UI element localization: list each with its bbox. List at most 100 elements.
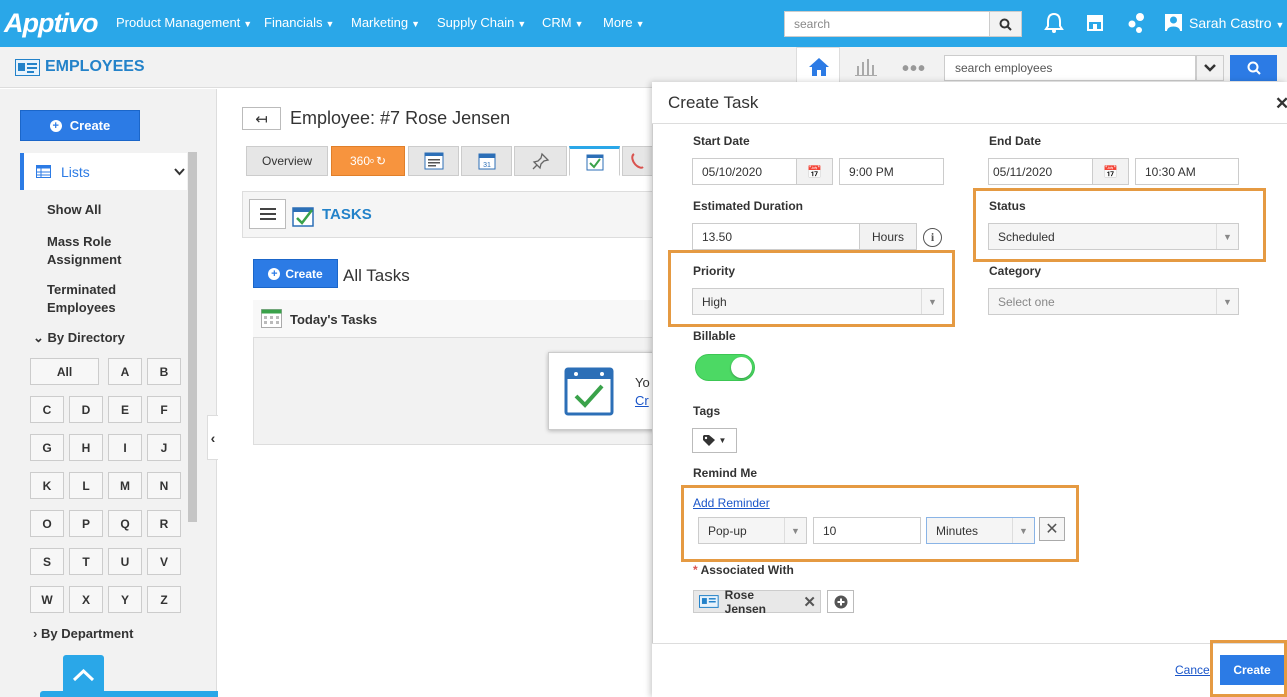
directory-letter[interactable]: V	[147, 548, 181, 575]
nav-supply-chain[interactable]: Supply Chain ▼	[437, 15, 526, 30]
directory-letter[interactable]: Q	[108, 510, 142, 537]
sidebar-by-department[interactable]: › By Department	[33, 626, 133, 641]
remove-association-icon[interactable]: ✕	[803, 593, 816, 611]
nav-product-management[interactable]: Product Management ▼	[116, 15, 252, 30]
directory-letter[interactable]: R	[147, 510, 181, 537]
directory-letter[interactable]: N	[147, 472, 181, 499]
sidebar-scrollbar[interactable]	[188, 152, 197, 522]
create-task-button[interactable]: Create	[1220, 655, 1284, 685]
end-time-input[interactable]: 10:30 AM	[1135, 158, 1239, 185]
directory-letter[interactable]: U	[108, 548, 142, 575]
sidebar-link-terminated-employees[interactable]: Terminated Employees	[47, 281, 147, 317]
dashboard-chart-icon[interactable]	[855, 57, 877, 80]
directory-letter[interactable]: G	[30, 434, 64, 461]
status-select[interactable]: Scheduled ▼	[988, 223, 1239, 250]
status-label: Status	[989, 199, 1026, 213]
reminder-value-input[interactable]: 10	[813, 517, 921, 544]
svg-text:31: 31	[483, 162, 491, 169]
by-directory-label: By Directory	[47, 330, 125, 345]
remove-reminder-button[interactable]: ✕	[1039, 517, 1065, 541]
category-select[interactable]: Select one ▼	[988, 288, 1239, 315]
start-time-input[interactable]: 9:00 PM	[839, 158, 944, 185]
refresh-icon: ↻	[375, 154, 386, 168]
nav-crm[interactable]: CRM ▼	[542, 15, 584, 30]
employee-search-input[interactable]	[945, 56, 1185, 80]
directory-letter[interactable]: Y	[108, 586, 142, 613]
employee-search-button[interactable]	[1230, 55, 1277, 81]
tab-tasks[interactable]	[569, 146, 620, 176]
directory-letter[interactable]: K	[30, 472, 64, 499]
sidebar-create-button[interactable]: + Create	[20, 110, 140, 141]
tab-calls[interactable]	[622, 146, 653, 176]
directory-letter[interactable]: S	[30, 548, 64, 575]
directory-letter[interactable]: T	[69, 548, 103, 575]
directory-letter[interactable]: B	[147, 358, 181, 385]
priority-value: High	[702, 294, 727, 309]
nav-more[interactable]: More ▼	[603, 15, 645, 30]
chevron-down-icon: ⌄	[33, 330, 44, 345]
more-options-icon[interactable]: •••	[902, 58, 926, 81]
sidebar-link-mass-role-assignment[interactable]: Mass Role Assignment	[47, 233, 147, 269]
calendar-icon: 📅	[807, 164, 822, 179]
user-menu[interactable]: Sarah Castro ▼	[1189, 15, 1284, 31]
global-search-input[interactable]	[785, 12, 990, 36]
directory-letter[interactable]: X	[69, 586, 103, 613]
directory-letter[interactable]: P	[69, 510, 103, 537]
directory-letter-all[interactable]: All	[30, 358, 99, 385]
sidebar-link-show-all[interactable]: Show All	[47, 201, 101, 219]
reminder-type-select[interactable]: Pop-up ▼	[698, 517, 807, 544]
store-icon[interactable]	[1085, 12, 1107, 34]
directory-letter[interactable]: A	[108, 358, 142, 385]
add-reminder-link[interactable]: Add Reminder	[693, 496, 770, 510]
directory-letter[interactable]: W	[30, 586, 64, 613]
billable-label: Billable	[693, 329, 736, 343]
close-icon[interactable]: ✕	[1275, 94, 1287, 114]
directory-letter[interactable]: Z	[147, 586, 181, 613]
info-icon[interactable]: i	[923, 228, 942, 247]
nav-financials[interactable]: Financials ▼	[264, 15, 334, 30]
associated-with-label: * Associated With	[693, 563, 794, 577]
apps-icon[interactable]	[1126, 12, 1148, 34]
tasks-create-button[interactable]: + Create	[253, 259, 338, 288]
tab-360[interactable]: 360 o ↻	[331, 146, 405, 176]
tab-overview[interactable]: Overview	[246, 146, 328, 176]
directory-letter[interactable]: M	[108, 472, 142, 499]
empty-tasks-create-link[interactable]: Cr	[635, 393, 649, 408]
end-date-picker-button[interactable]: 📅	[1092, 158, 1129, 185]
apptivo-logo[interactable]: Apptivo	[4, 8, 98, 39]
add-association-button[interactable]	[827, 590, 854, 613]
directory-letter[interactable]: J	[147, 434, 181, 461]
user-avatar-icon[interactable]	[1165, 14, 1182, 31]
cancel-button[interactable]: Cancel	[1175, 663, 1212, 677]
menu-toggle-button[interactable]	[249, 199, 286, 229]
back-button[interactable]: ↤	[242, 107, 281, 130]
sidebar-lists-menu[interactable]: Lists	[20, 153, 187, 190]
tab-follow-ups[interactable]	[514, 146, 567, 176]
nav-marketing[interactable]: Marketing ▼	[351, 15, 420, 30]
directory-letter[interactable]: D	[69, 396, 103, 423]
search-button[interactable]	[989, 12, 1021, 36]
priority-select[interactable]: High ▼	[692, 288, 944, 315]
tags-dropdown-button[interactable]: ▼	[692, 428, 737, 453]
nav-label: More	[603, 15, 633, 30]
estimated-duration-input[interactable]: 13.50	[692, 223, 860, 250]
directory-letter[interactable]: L	[69, 472, 103, 499]
tab-notes[interactable]	[408, 146, 459, 176]
directory-letter[interactable]: C	[30, 396, 64, 423]
start-date-input[interactable]: 05/10/2020	[692, 158, 797, 185]
billable-toggle[interactable]	[695, 354, 755, 381]
search-filter-dropdown[interactable]	[1196, 55, 1224, 81]
end-date-input[interactable]: 05/11/2020	[988, 158, 1093, 185]
directory-letter[interactable]: E	[108, 396, 142, 423]
nav-label: Marketing	[351, 15, 409, 30]
tab-calendar[interactable]: 31	[461, 146, 512, 176]
reminder-unit-select[interactable]: Minutes ▼	[926, 517, 1035, 544]
directory-letter[interactable]: H	[69, 434, 103, 461]
start-date-picker-button[interactable]: 📅	[796, 158, 833, 185]
bell-icon[interactable]	[1044, 12, 1066, 34]
directory-letter[interactable]: F	[147, 396, 181, 423]
directory-letter[interactable]: O	[30, 510, 64, 537]
sidebar-by-directory[interactable]: ⌄ By Directory	[33, 330, 125, 346]
dropdown-arrow-icon: ▼	[1012, 518, 1034, 543]
directory-letter[interactable]: I	[108, 434, 142, 461]
